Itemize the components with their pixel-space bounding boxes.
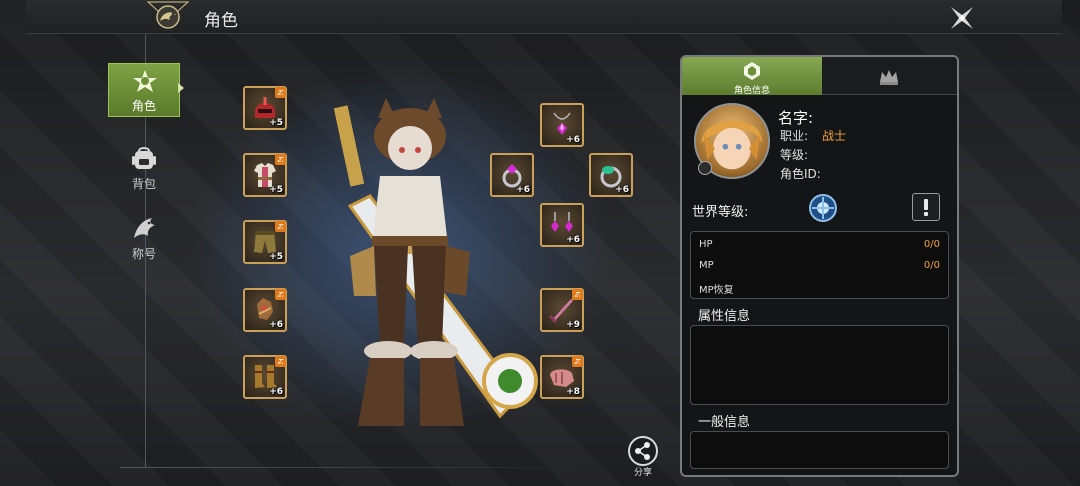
equip-level: +8 bbox=[566, 387, 580, 397]
stat-value: 0/0 bbox=[923, 239, 940, 250]
tab-character-info[interactable]: 角色信息 bbox=[682, 57, 822, 95]
job-row: 职业: 战士 bbox=[780, 127, 846, 144]
close-button[interactable] bbox=[946, 2, 978, 34]
job-value: 战士 bbox=[822, 129, 847, 143]
nav-item-label: 角色 bbox=[131, 99, 156, 113]
stat-row-hp: HP 0/0 bbox=[699, 239, 940, 250]
name-label: 名字: bbox=[778, 109, 814, 127]
close-x-icon bbox=[951, 7, 973, 29]
nav-active-indicator bbox=[178, 83, 184, 93]
attributes-box bbox=[690, 325, 949, 405]
refine-badge: ሯ bbox=[572, 289, 583, 300]
level-label: 等级: bbox=[780, 148, 809, 162]
equip-level: +9 bbox=[566, 320, 580, 330]
equip-slot-armor[interactable]: ሯ +5 bbox=[243, 153, 287, 197]
stat-name: HP bbox=[699, 239, 713, 250]
tab-label: 角色信息 bbox=[733, 86, 770, 95]
equip-level: +5 bbox=[269, 185, 283, 195]
refine-badge: ሯ bbox=[275, 221, 286, 232]
id-row: 角色ID: bbox=[780, 165, 821, 182]
id-label: 角色ID: bbox=[780, 167, 821, 181]
attributes-title: 属性信息 bbox=[698, 309, 751, 324]
character-info-panel: 角色信息 名字: 职业: 战士 等级: 角色ID: 世界等级: HP 0/0 M… bbox=[680, 55, 959, 477]
stat-name: MP恢复 bbox=[699, 285, 734, 296]
stat-row-mp: MP 0/0 bbox=[699, 260, 940, 271]
equip-slot-gloves[interactable]: ሯ +6 bbox=[243, 288, 287, 332]
world-level-label: 世界等级: bbox=[692, 205, 749, 220]
refine-badge: ሯ bbox=[275, 154, 286, 165]
equip-slot-pants[interactable]: ሯ +5 bbox=[243, 220, 287, 264]
equip-slot-helmet[interactable]: ሯ +5 bbox=[243, 86, 287, 130]
general-title: 一般信息 bbox=[698, 415, 751, 430]
stats-box: HP 0/0 MP 0/0 MP恢复 bbox=[690, 231, 949, 299]
nav-item-character[interactable]: 角色 bbox=[108, 63, 180, 117]
equip-level: +6 bbox=[566, 235, 580, 245]
page-title: 角色 bbox=[204, 11, 238, 31]
equip-level: +5 bbox=[269, 118, 283, 128]
world-level-info-button[interactable] bbox=[912, 193, 940, 221]
nav-item-backpack[interactable]: 背包 bbox=[108, 140, 180, 194]
character-emblem-icon bbox=[133, 70, 157, 92]
tab-crown[interactable] bbox=[822, 57, 957, 95]
general-box bbox=[690, 431, 949, 469]
nav-item-title[interactable]: 称号 bbox=[108, 210, 180, 264]
world-level-icon[interactable] bbox=[808, 193, 838, 223]
share-label: 分享 bbox=[633, 468, 652, 478]
exclamation-icon bbox=[924, 199, 928, 216]
character-model[interactable] bbox=[330, 96, 560, 436]
share-icon bbox=[635, 442, 650, 460]
stat-row-mp-regen: MP恢复 bbox=[699, 281, 940, 296]
refine-badge: ሯ bbox=[275, 289, 286, 300]
nav-item-label: 背包 bbox=[131, 177, 156, 191]
crown-icon bbox=[880, 70, 898, 85]
job-label: 职业: bbox=[780, 129, 809, 143]
avatar-switch-icon[interactable] bbox=[698, 161, 712, 175]
nav-item-label: 称号 bbox=[131, 247, 156, 261]
stat-value: 0/0 bbox=[923, 260, 940, 271]
divider-bottom bbox=[120, 467, 600, 468]
equip-slot-ring-2[interactable]: +6 bbox=[589, 153, 633, 197]
equip-level: +6 bbox=[269, 387, 283, 397]
character-info-icon bbox=[744, 62, 760, 80]
equip-level: +6 bbox=[566, 135, 580, 145]
equip-slot-boots[interactable]: ሯ +6 bbox=[243, 355, 287, 399]
equip-level: +6 bbox=[615, 185, 629, 195]
refine-badge: ሯ bbox=[275, 87, 286, 98]
top-bar: 角色 bbox=[26, 0, 1062, 34]
refine-badge: ሯ bbox=[572, 356, 583, 367]
share-button[interactable] bbox=[628, 436, 658, 466]
refine-badge: ሯ bbox=[275, 356, 286, 367]
stat-name: MP bbox=[699, 260, 714, 271]
equip-level: +5 bbox=[269, 252, 283, 262]
equip-level: +6 bbox=[269, 320, 283, 330]
level-row: 等级: bbox=[780, 146, 808, 163]
panel-tabs: 角色信息 bbox=[682, 57, 957, 95]
backpack-icon bbox=[132, 147, 156, 169]
dragon-title-icon bbox=[134, 218, 155, 238]
dragon-emblem-icon bbox=[146, 0, 190, 34]
